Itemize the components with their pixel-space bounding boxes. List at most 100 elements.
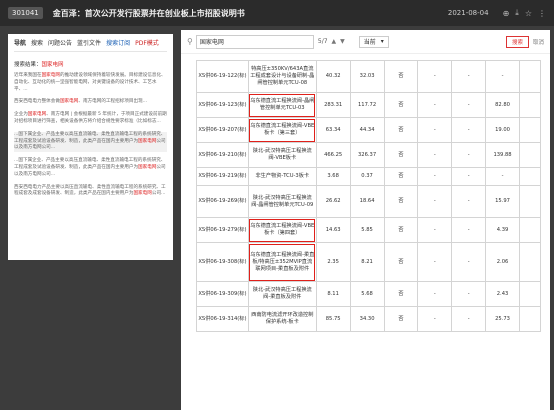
search-result-item[interactable]: 西安西电电力产品主要以高压直流输电、柔性直流输电工程的系统研究、工程成套及成套设…: [14, 185, 167, 199]
amount-cell: 8.21: [349, 242, 385, 282]
download-icon[interactable]: ⤓: [515, 8, 519, 18]
blank-cell: [519, 242, 541, 282]
col-cell: -: [451, 217, 487, 243]
product-name-cell: 乌东德直流工程换流阀-晶闸管控制单元TCU-03: [247, 92, 317, 118]
value-cell: -: [485, 60, 520, 93]
quantity-cell: 26.62: [315, 185, 351, 218]
next-match-icon[interactable]: ▼: [340, 38, 345, 45]
tab-citations[interactable]: 蓝引文件: [77, 38, 101, 47]
result-keyword: 国家电网: [27, 112, 47, 118]
flag-cell: 否: [383, 281, 419, 307]
amount-cell: 44.34: [349, 117, 385, 143]
col-cell: -: [451, 185, 487, 218]
prev-match-icon[interactable]: ▲: [332, 38, 337, 45]
contract-id-cell: XS供06-19-309(标): [196, 281, 249, 307]
flag-cell: 否: [383, 142, 419, 168]
contract-id-cell: XS供06-19-308(标): [196, 242, 249, 282]
value-cell: 2.06: [485, 242, 520, 282]
tab-nav[interactable]: 导航: [14, 38, 26, 47]
flag-cell: 否: [383, 60, 419, 93]
document-title: 金百泽：首次公开发行股票并在创业板上市招股说明书: [52, 8, 245, 18]
table-row: XS供06-19-269(标) 陕北-武汉特高压工程换流阀-晶闸管控制单元TCU-…: [196, 185, 541, 218]
search-result-item[interactable]: 西安西电电力整体会做国家电网、南方电网的工程招标项目出现...: [14, 99, 167, 106]
table-row: XS供06-19-123(标) 乌东德直流工程换流阀-晶闸管控制单元TCU-03 2…: [196, 92, 541, 118]
table-row: XS供06-19-309(标) 陕北-武汉特高压工程换流阀-柔直板及附件 8.11 5…: [196, 281, 541, 307]
blank-cell: [519, 306, 541, 332]
value-cell: 4.39: [485, 217, 520, 243]
table-row: XS供06-19-308(标) 乌东德直流工程换流阀-柔直板/特高压±352MVI…: [196, 242, 541, 282]
flag-cell: 否: [383, 92, 419, 118]
more-icon[interactable]: ⋮: [538, 9, 546, 18]
amount-cell: 326.37: [349, 142, 385, 168]
product-name-cell: 非生产物资-TCU-3板卡: [247, 167, 317, 186]
quantity-cell: 63.34: [315, 117, 351, 143]
search-result-item[interactable]: 近年来我国在国家电网的推动建设领域保持着较快发展。目标建设信息化、自动化、互动化…: [14, 73, 167, 93]
table-row: XS供06-19-314(标) 西南防电流滤开环改造控制保护系统-板卡 85.75 3…: [196, 306, 541, 332]
search-result-item[interactable]: ...国下属企业、产品主要以高压直流输电、柔性直流输电工程的系统研究、工程成套及…: [14, 158, 167, 178]
amount-cell: 5.85: [349, 217, 385, 243]
col-cell: -: [451, 281, 487, 307]
result-text: 企业为: [14, 112, 28, 118]
col-cell: -: [451, 60, 487, 93]
col-cell: -: [417, 92, 453, 118]
table-row: XS供06-19-219(标) 非生产物资-TCU-3板卡 3.68 0.37 否 - - -: [196, 167, 541, 186]
product-name-cell: 陕北-武汉特高压工程换流阀-柔直板及附件: [247, 281, 317, 307]
tab-search[interactable]: 搜索: [31, 38, 43, 47]
blank-cell: [519, 60, 541, 93]
match-counter: 5/7: [317, 38, 328, 45]
product-name-cell: 陕北-武汉特高压工程换流阀-晶闸管控制单元TCU-09: [247, 185, 317, 218]
quantity-cell: 8.11: [315, 281, 351, 307]
contract-id-cell: XS供06-19-219(标): [196, 167, 249, 186]
globe-icon[interactable]: ⊕: [503, 9, 510, 18]
search-result-item[interactable]: ...国下属企业、产品主要以高压直流输电、柔性直流输电工程的系统研究、工程成套及…: [14, 131, 167, 153]
table-row: XS供06-19-210(标) 陕北-武汉特高压工程换流阀-VBE板卡 466.25…: [196, 142, 541, 168]
col-cell: -: [451, 142, 487, 168]
tab-questions[interactable]: 问题公告: [48, 38, 72, 47]
col-cell: -: [451, 92, 487, 118]
product-name-cell: 特高压±350KV/643A直流工程成套设计与设备研制-晶闸管控制单元TCU-0…: [247, 60, 317, 93]
contract-id-cell: XS供06-19-210(标): [196, 142, 249, 168]
document-panel: ⚲ 国家电网 5/7 ▲ ▼ 当前 ▾ 搜索 取消 XS供06-19-122(标…: [181, 30, 550, 410]
search-result-item[interactable]: 企业为国家电网、南方电网 | 会根据最新 5 年统计，于项目正式建设前前期对招标…: [14, 112, 167, 126]
tab-subscribe[interactable]: 搜索订阅: [106, 38, 130, 47]
value-cell: 15.97: [485, 185, 520, 218]
search-icon: ⚲: [187, 37, 193, 46]
search-panel: 导航 搜索 问题公告 蓝引文件 搜索订阅 PDF模式 搜索结果：国家电网 近年来…: [8, 34, 173, 260]
col-cell: -: [417, 167, 453, 186]
amount-cell: 0.37: [349, 167, 385, 186]
product-name-cell: 西南防电流滤开环改造控制保护系统-板卡: [247, 306, 317, 332]
contract-id-cell: XS供06-19-122(标): [196, 60, 249, 93]
flag-cell: 否: [383, 306, 419, 332]
flag-cell: 否: [383, 217, 419, 243]
contracts-table: XS供06-19-122(标) 特高压±350KV/643A直流工程成套设计与设备…: [196, 60, 541, 332]
result-keyword: 国家电网: [138, 164, 157, 170]
result-list: 近年来我国在国家电网的推动建设领域保持着较快发展。目标建设信息化、自动化、互动化…: [14, 73, 167, 198]
col-cell: -: [451, 242, 487, 282]
top-bar: 301041 金百泽：首次公开发行股票并在创业板上市招股说明书 2021-08-…: [0, 0, 554, 26]
search-button[interactable]: 搜索: [505, 35, 529, 48]
value-cell: 2.43: [485, 281, 520, 307]
value-cell: 25.73: [485, 306, 520, 332]
table-row: XS供06-19-207(标) 乌东德直流工程换流阀-VBE板卡（第三套） 63.3…: [196, 117, 541, 143]
result-text: 公司...: [151, 191, 166, 197]
cancel-button[interactable]: 取消: [533, 38, 544, 46]
quantity-cell: 40.32: [315, 60, 351, 93]
value-cell: 82.80: [485, 92, 520, 118]
doc-search-bar: ⚲ 国家电网 5/7 ▲ ▼ 当前 ▾ 搜索 取消: [181, 30, 550, 54]
flag-cell: 否: [383, 167, 419, 186]
blank-cell: [519, 281, 541, 307]
doc-search-input[interactable]: 国家电网: [195, 34, 314, 49]
quantity-cell: 14.63: [315, 217, 351, 243]
col-cell: -: [451, 117, 487, 143]
publish-date: 2021-08-04: [447, 9, 489, 17]
product-name-cell: 乌东德直流工程换流阀-柔直板/特高压±352MVIP直流联网项目-柔直板及附件: [247, 242, 317, 282]
scope-select[interactable]: 当前 ▾: [358, 35, 389, 48]
amount-cell: 34.30: [349, 306, 385, 332]
star-icon[interactable]: ☆: [525, 9, 532, 18]
result-text: 、南方电网的工程招标项目出现...: [78, 99, 148, 105]
col-cell: -: [417, 117, 453, 143]
col-cell: -: [451, 306, 487, 332]
tab-pdf-mode[interactable]: PDF模式: [135, 38, 159, 47]
blank-cell: [519, 142, 541, 168]
col-cell: -: [417, 60, 453, 93]
